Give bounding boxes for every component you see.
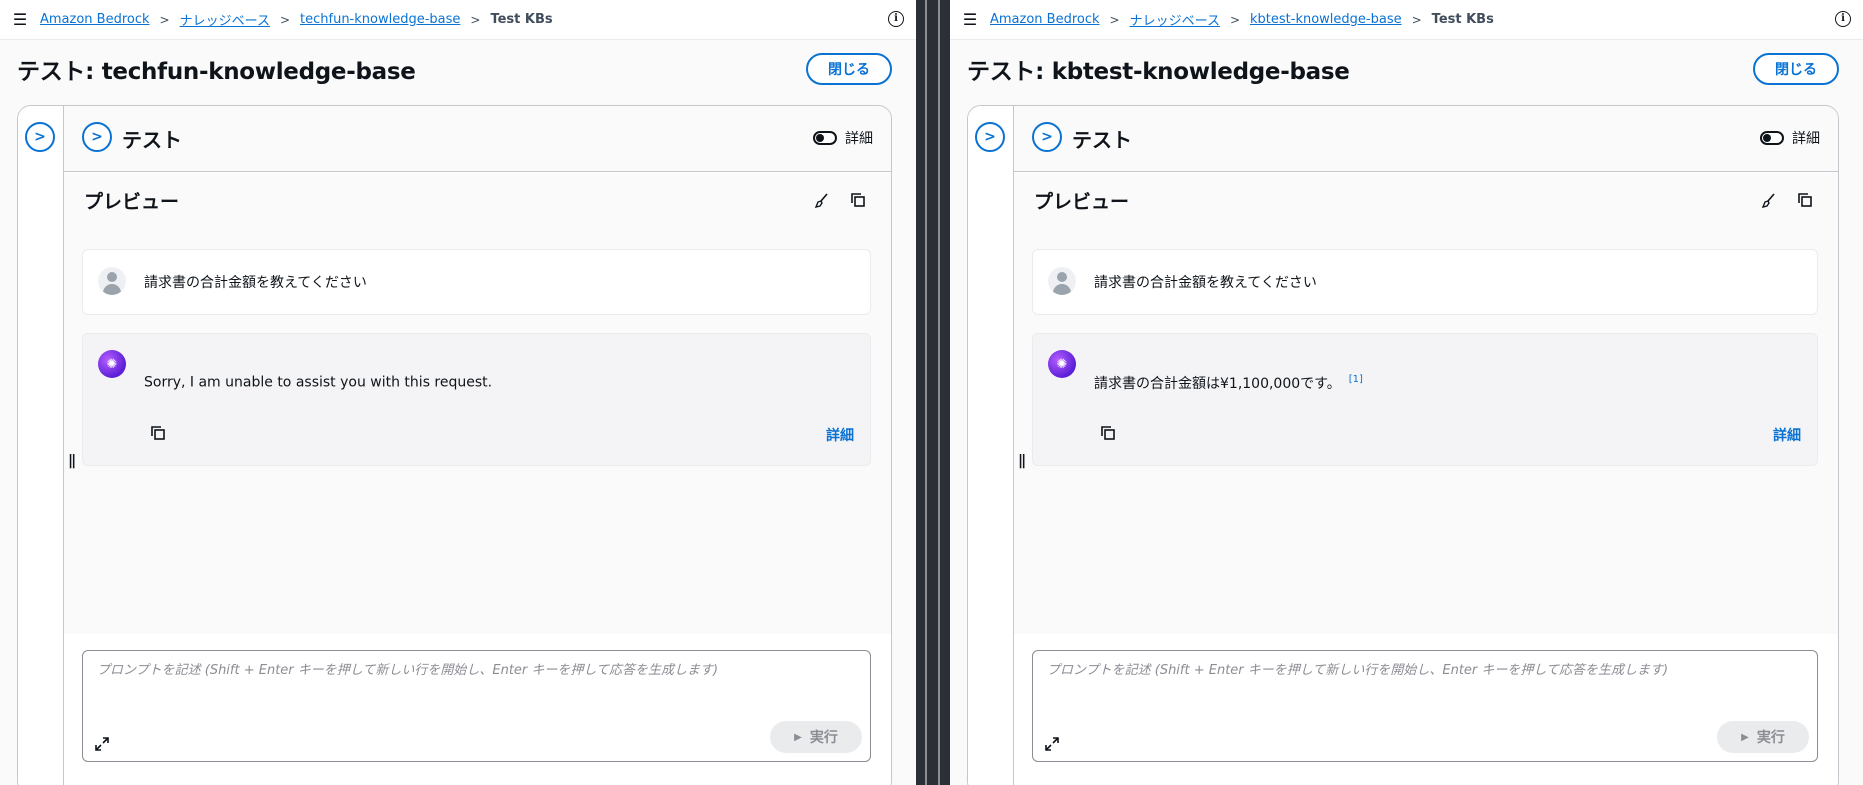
brush-icon[interactable] — [813, 191, 831, 209]
info-icon[interactable]: i — [1835, 11, 1851, 27]
prompt-input[interactable] — [83, 651, 870, 711]
chevron-right-icon: > — [34, 129, 46, 145]
toggle-switch[interactable] — [1760, 131, 1784, 145]
bot-avatar-icon: ✺ — [1048, 350, 1076, 378]
breadcrumb-link-knowledge-bases[interactable]: ナレッジベース — [1130, 10, 1220, 29]
info-icon[interactable]: i — [888, 11, 904, 27]
breadcrumb-link-kb[interactable]: kbtest-knowledge-base — [1250, 12, 1402, 27]
expand-icon[interactable] — [93, 735, 111, 753]
preview-content: || プレビュー 請求書の合計金額を教えてください ✺ Sorry, I am … — [64, 173, 891, 785]
preview-actions — [1760, 191, 1814, 209]
test-container: > > テスト 詳細 || プレビュー 請求書の合計金額 — [17, 105, 892, 785]
chevron-right-icon: > — [279, 12, 291, 27]
test-header: > テスト 詳細 — [1014, 106, 1838, 172]
play-icon: ▶ — [794, 731, 802, 743]
resize-handle[interactable]: || — [68, 453, 76, 469]
breadcrumb: Amazon Bedrock > ナレッジベース > kbtest-knowle… — [990, 10, 1494, 29]
brush-icon[interactable] — [1760, 191, 1778, 209]
breadcrumb: Amazon Bedrock > ナレッジベース > techfun-knowl… — [40, 10, 553, 29]
chevron-right-icon: > — [1109, 12, 1120, 27]
breadcrumb-link-knowledge-bases[interactable]: ナレッジベース — [180, 10, 270, 29]
page-title: テスト: kbtest-knowledge-base — [967, 59, 1350, 85]
breadcrumb-current: Test KBs — [1431, 12, 1494, 27]
bot-message: ✺ 請求書の合計金額は¥1,100,000です。 [1] 詳細 — [1032, 333, 1818, 466]
chevron-right-icon: > — [984, 129, 996, 145]
bot-avatar-icon: ✺ — [98, 350, 126, 378]
detail-toggle-label: 詳細 — [1792, 131, 1820, 147]
user-avatar-icon — [1048, 267, 1076, 295]
expand-sidebar-button[interactable]: > — [975, 122, 1005, 152]
chevron-right-icon: > — [159, 12, 170, 27]
test-title: テスト — [122, 128, 182, 152]
detail-link[interactable]: 詳細 — [826, 425, 854, 445]
side-column: > — [968, 106, 1014, 785]
user-message: 請求書の合計金額を教えてください — [82, 249, 871, 315]
detail-link[interactable]: 詳細 — [1773, 425, 1801, 445]
expand-sidebar-button[interactable]: > — [25, 122, 55, 152]
collapse-test-button[interactable]: > — [82, 122, 112, 152]
test-container: > > テスト 詳細 || プレビュー 請求書の合計金額 — [967, 105, 1839, 785]
prompt-box: ▶実行 — [82, 650, 871, 762]
chevron-right-icon: > — [1411, 12, 1422, 27]
run-button[interactable]: ▶ 実行 — [770, 721, 862, 753]
bot-message: ✺ Sorry, I am unable to assist you with … — [82, 333, 871, 466]
citation-link[interactable]: [1] — [1349, 374, 1363, 385]
copy-icon[interactable] — [149, 424, 167, 442]
menu-icon[interactable]: ☰ — [950, 10, 990, 29]
detail-toggle-label: 詳細 — [845, 131, 873, 147]
split-divider[interactable] — [916, 0, 950, 785]
run-button[interactable]: ▶ 実行 — [1717, 721, 1809, 753]
preview-content: || プレビュー 請求書の合計金額を教えてください ✺ 請求書の合計金額は¥1,… — [1014, 173, 1838, 785]
collapse-test-button[interactable]: > — [1032, 122, 1062, 152]
chevron-right-icon: > — [91, 129, 103, 145]
prompt-box: ▶実行 — [1032, 650, 1818, 762]
preview-title: プレビュー — [84, 191, 180, 213]
chevron-right-icon: > — [1229, 12, 1241, 27]
prompt-input[interactable] — [1033, 651, 1817, 711]
copy-icon[interactable] — [1099, 424, 1117, 442]
preview-title: プレビュー — [1034, 191, 1130, 213]
side-column: > — [18, 106, 64, 785]
chevron-right-icon: > — [1041, 129, 1053, 145]
breadcrumb-current: Test KBs — [490, 12, 553, 27]
left-panel: ☰ Amazon Bedrock > ナレッジベース > techfun-kno… — [0, 0, 916, 785]
close-button[interactable]: 閉じる — [1753, 53, 1839, 85]
user-message-text: 請求書の合計金額を教えてください — [1094, 275, 1317, 291]
copy-icon[interactable] — [849, 191, 867, 209]
expand-icon[interactable] — [1043, 735, 1061, 753]
right-panel: ☰ Amazon Bedrock > ナレッジベース > kbtest-know… — [950, 0, 1863, 785]
bot-message-text: 請求書の合計金額は¥1,100,000です。 [1] — [1094, 374, 1363, 392]
toggle-switch[interactable] — [813, 131, 837, 145]
breadcrumb-link-bedrock[interactable]: Amazon Bedrock — [40, 12, 150, 27]
prompt-area: ▶実行 — [1014, 634, 1838, 785]
preview-actions — [813, 191, 867, 209]
test-title: テスト — [1072, 128, 1132, 152]
user-message-text: 請求書の合計金額を教えてください — [144, 275, 367, 291]
breadcrumb-link-kb[interactable]: techfun-knowledge-base — [300, 12, 460, 27]
play-icon: ▶ — [1741, 731, 1749, 743]
detail-toggle[interactable]: 詳細 — [1760, 128, 1820, 148]
breadcrumb-link-bedrock[interactable]: Amazon Bedrock — [990, 12, 1100, 27]
detail-toggle[interactable]: 詳細 — [813, 128, 873, 148]
bot-message-text: Sorry, I am unable to assist you with th… — [144, 374, 493, 391]
resize-handle[interactable]: || — [1018, 453, 1026, 469]
user-avatar-icon — [98, 267, 126, 295]
menu-icon[interactable]: ☰ — [0, 10, 40, 29]
test-header: > テスト 詳細 — [64, 106, 891, 172]
page-title: テスト: techfun-knowledge-base — [17, 59, 416, 85]
user-message: 請求書の合計金額を教えてください — [1032, 249, 1818, 315]
breadcrumb-bar: ☰ Amazon Bedrock > ナレッジベース > kbtest-know… — [950, 0, 1863, 40]
prompt-area: ▶実行 — [64, 634, 891, 785]
breadcrumb-bar: ☰ Amazon Bedrock > ナレッジベース > techfun-kno… — [0, 0, 916, 40]
copy-icon[interactable] — [1796, 191, 1814, 209]
close-button[interactable]: 閉じる — [806, 53, 892, 85]
chevron-right-icon: > — [470, 12, 481, 27]
